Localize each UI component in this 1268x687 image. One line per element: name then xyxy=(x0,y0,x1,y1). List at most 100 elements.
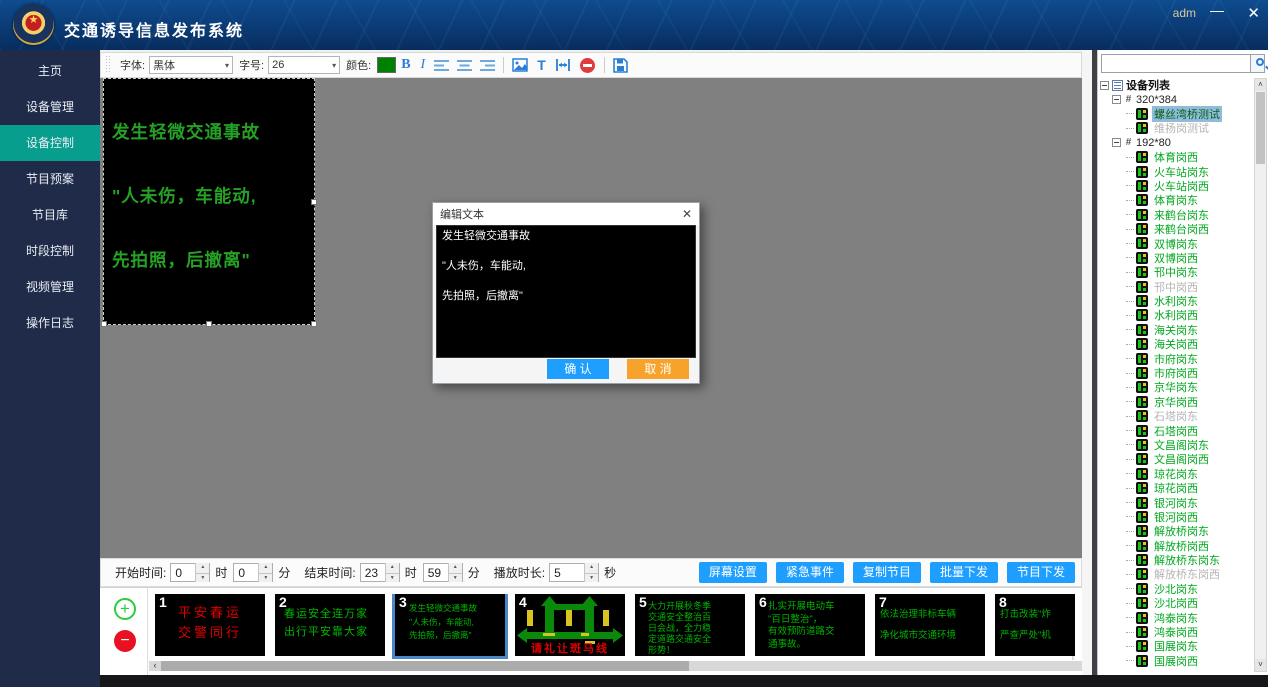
end-minute-input[interactable]: 59 ▲▼ xyxy=(423,563,463,582)
device-tree-item[interactable]: 来鹤台岗西 xyxy=(1126,222,1253,236)
device-tree-item[interactable]: 市府岗西 xyxy=(1126,366,1253,380)
program-thumbnail[interactable]: 4 xyxy=(515,594,625,656)
device-tree-item[interactable]: 火车站岗东 xyxy=(1126,164,1253,178)
device-tree-item[interactable]: 鸿泰岗东 xyxy=(1126,610,1253,624)
device-tree-item[interactable]: 琼花岗东 xyxy=(1126,467,1253,481)
spin-down-icon[interactable]: ▼ xyxy=(585,573,598,583)
save-icon[interactable] xyxy=(613,58,628,73)
tree-vertical-scrollbar[interactable]: ˄ ˅ xyxy=(1254,78,1267,672)
italic-button[interactable]: I xyxy=(421,55,426,75)
action-button[interactable]: 节目下发 xyxy=(1007,562,1075,583)
bold-button[interactable]: B xyxy=(401,55,410,75)
sidebar-item[interactable]: 视频管理 xyxy=(0,269,100,305)
device-tree-item[interactable]: 解放桥岗东 xyxy=(1126,524,1253,538)
device-tree-item[interactable]: 文昌阁岗西 xyxy=(1126,452,1253,466)
spin-up-icon[interactable]: ▲ xyxy=(386,563,399,573)
device-tree-item[interactable]: 邗中岗西 xyxy=(1126,279,1253,293)
minimize-icon[interactable]: — xyxy=(1210,2,1224,18)
resize-handle[interactable] xyxy=(101,321,107,327)
program-thumbnail[interactable]: 7 依法治理非标车辆净化城市交通环境 xyxy=(875,594,985,656)
device-tree-item[interactable]: 国展岗西 xyxy=(1126,654,1253,668)
device-search-input[interactable] xyxy=(1101,54,1251,73)
scrollbar-thumb[interactable] xyxy=(1256,92,1265,164)
spin-up-icon[interactable]: ▲ xyxy=(259,563,272,573)
insert-image-icon[interactable] xyxy=(512,58,528,72)
program-thumbnail[interactable]: 2 春运安全连万家出行平安靠大家 xyxy=(275,594,385,656)
insert-text-icon[interactable]: T xyxy=(537,55,546,75)
spin-down-icon[interactable]: ▼ xyxy=(449,573,462,583)
device-tree-item[interactable]: 京华岗东 xyxy=(1126,380,1253,394)
spin-up-icon[interactable]: ▲ xyxy=(449,563,462,573)
sidebar-item[interactable]: 设备控制 xyxy=(0,125,100,161)
device-tree-item[interactable]: 解放桥东岗东 xyxy=(1126,553,1253,567)
action-button[interactable]: 紧急事件 xyxy=(776,562,844,583)
device-tree-item[interactable]: 来鹤台岗东 xyxy=(1126,208,1253,222)
device-tree-item[interactable]: 双博岗东 xyxy=(1126,236,1253,250)
sidebar-item[interactable]: 设备管理 xyxy=(0,89,100,125)
close-icon[interactable]: ✕ xyxy=(1247,4,1260,22)
device-group-header[interactable]: # 320*384 xyxy=(1112,92,1253,106)
align-center-icon[interactable] xyxy=(457,59,472,72)
sidebar-item[interactable]: 主页 xyxy=(0,53,100,89)
remove-program-button[interactable]: − xyxy=(114,630,136,652)
device-tree-item[interactable]: 解放桥岗西 xyxy=(1126,539,1253,553)
program-thumbnail[interactable]: 1 平安春运交警同行 xyxy=(155,594,265,656)
device-tree-root[interactable]: 设备列表 xyxy=(1100,78,1253,92)
device-tree-item[interactable]: 体育岗西 xyxy=(1126,150,1253,164)
spin-down-icon[interactable]: ▼ xyxy=(196,573,209,583)
program-thumbnail[interactable]: 8 打击改装"炸严查严处"机 xyxy=(995,594,1075,656)
sidebar-item[interactable]: 时段控制 xyxy=(0,233,100,269)
device-tree-item[interactable]: 水利岗东 xyxy=(1126,294,1253,308)
add-program-button[interactable]: + xyxy=(114,598,136,620)
scroll-down-icon[interactable]: ˅ xyxy=(1073,657,1075,660)
resize-handle[interactable] xyxy=(311,199,317,205)
align-left-icon[interactable] xyxy=(434,59,449,72)
scroll-up-icon[interactable]: ˄ xyxy=(1255,79,1266,91)
program-thumbnail[interactable]: 6 扎实开展电动车"百日整治"，有效预防道路交通事故。 xyxy=(755,594,865,656)
spin-down-icon[interactable]: ▼ xyxy=(386,573,399,583)
device-tree-item[interactable]: 沙北岗东 xyxy=(1126,582,1253,596)
sidebar-item[interactable]: 节目库 xyxy=(0,197,100,233)
resize-handle[interactable] xyxy=(206,321,212,327)
device-group-header[interactable]: # 192*80 xyxy=(1112,136,1253,150)
device-name[interactable]: 国展岗西 xyxy=(1152,653,1200,669)
end-hour-input[interactable]: 23 ▲▼ xyxy=(360,563,400,582)
collapse-icon[interactable] xyxy=(1112,95,1121,104)
device-name[interactable]: 维扬岗测试 xyxy=(1152,120,1211,136)
action-button[interactable]: 屏幕设置 xyxy=(699,562,767,583)
scrollbar-thumb[interactable] xyxy=(161,661,689,671)
device-tree-item[interactable]: 琼花岗西 xyxy=(1126,481,1253,495)
scroll-down-icon[interactable]: ˅ xyxy=(1255,659,1266,671)
device-tree-item[interactable]: 银河岗东 xyxy=(1126,495,1253,509)
dialog-close-icon[interactable]: ✕ xyxy=(682,207,692,221)
fit-width-icon[interactable] xyxy=(555,58,571,72)
device-tree-item[interactable]: 银河岗西 xyxy=(1126,510,1253,524)
collapse-icon[interactable] xyxy=(1100,81,1109,90)
confirm-button[interactable]: 确 认 xyxy=(547,359,609,379)
scroll-left-icon[interactable]: ‹ xyxy=(149,661,161,671)
dialog-textarea[interactable]: 发生轻微交通事故 "人未伤，车能动, 先拍照，后撤离" xyxy=(436,225,696,358)
spin-up-icon[interactable]: ▲ xyxy=(196,563,209,573)
resize-handle[interactable] xyxy=(311,321,317,327)
device-tree-item[interactable]: 市府岗东 xyxy=(1126,351,1253,365)
start-minute-input[interactable]: 0 ▲▼ xyxy=(233,563,273,582)
stop-icon[interactable] xyxy=(580,58,595,73)
device-tree-item[interactable]: 石塔岗东 xyxy=(1126,409,1253,423)
cancel-button[interactable]: 取 消 xyxy=(627,359,689,379)
device-tree-item[interactable]: 国展岗东 xyxy=(1126,639,1253,653)
device-tree-item[interactable]: 火车站岗西 xyxy=(1126,179,1253,193)
playlist-horizontal-scrollbar[interactable]: ‹ › xyxy=(149,661,1115,671)
device-tree-item[interactable]: 体育岗东 xyxy=(1126,193,1253,207)
led-preview-panel[interactable]: 发生轻微交通事故"人未伤，车能动,先拍照，后撤离" xyxy=(103,78,315,325)
action-button[interactable]: 复制节目 xyxy=(853,562,921,583)
device-tree-item[interactable]: 水利岗西 xyxy=(1126,308,1253,322)
device-tree-item[interactable]: 沙北岗西 xyxy=(1126,596,1253,610)
search-button[interactable] xyxy=(1251,54,1265,73)
sidebar-item[interactable]: 节目预案 xyxy=(0,161,100,197)
font-family-select[interactable]: 黑体 ▾ xyxy=(149,56,233,74)
device-tree-item[interactable]: 解放桥东岗西 xyxy=(1126,567,1253,581)
device-tree-item[interactable]: 双博岗西 xyxy=(1126,251,1253,265)
font-size-select[interactable]: 26 ▾ xyxy=(268,56,340,74)
align-right-icon[interactable] xyxy=(480,59,495,72)
device-tree-item[interactable]: 维扬岗测试 xyxy=(1126,121,1253,135)
